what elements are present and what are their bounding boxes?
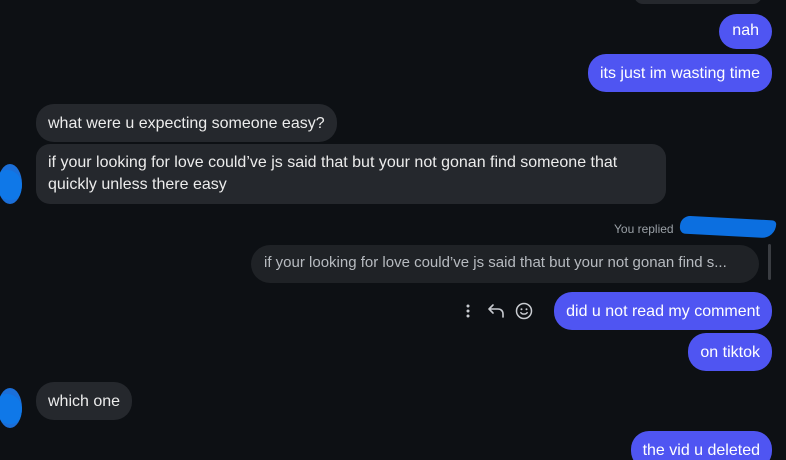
reply-thread-line (768, 244, 771, 280)
outgoing-message-wasting-time[interactable]: its just im wasting time (587, 54, 772, 92)
reply-icon[interactable] (486, 301, 506, 321)
outgoing-message-vid-deleted[interactable]: the vid u deleted (630, 431, 772, 460)
incoming-message-looking-for-love[interactable]: if your looking for love could’ve js sai… (36, 144, 666, 204)
outgoing-message-on-tiktok[interactable]: on tiktok (688, 333, 772, 371)
contact-avatar[interactable] (0, 164, 22, 204)
avatar-redaction-2 (0, 394, 22, 424)
avatar-redaction (0, 170, 22, 200)
emoji-react-icon[interactable] (514, 301, 534, 321)
message-actions (458, 299, 534, 323)
more-options-icon[interactable] (458, 301, 478, 321)
outgoing-message-did-u-not-read[interactable]: did u not read my comment (554, 292, 772, 330)
quoted-reply-preview[interactable]: if your looking for love could’ve js sai… (251, 245, 759, 283)
contact-avatar-2[interactable] (0, 388, 22, 428)
you-replied-label: You replied (614, 222, 674, 236)
message-thread: nah its just im wasting time what were u… (0, 0, 786, 460)
incoming-message-expecting[interactable]: what were u expecting someone easy? (36, 104, 337, 142)
outgoing-message-nah[interactable]: nah (719, 14, 772, 49)
previous-message-edge (634, 0, 762, 4)
incoming-message-which-one[interactable]: which one (36, 382, 133, 420)
redaction-scribble (679, 215, 777, 239)
